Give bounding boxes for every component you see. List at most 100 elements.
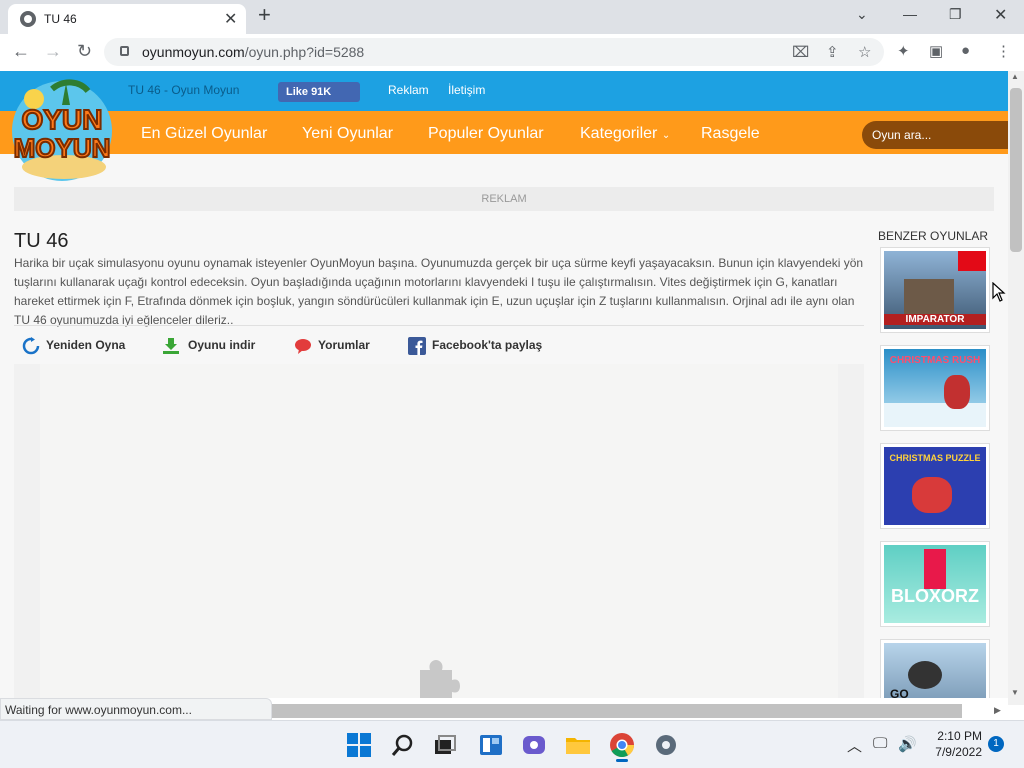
nav-populer-oyunlar[interactable]: Populer Oyunlar [428,125,544,143]
turkish-flag-icon [958,251,986,271]
game-thumbnail-image: GO [884,643,986,698]
game-thumbnail-image: CHRISTMAS PUZZLE [884,447,986,525]
address-bar[interactable]: oyunmoyun.com/oyun.php?id=5288 ⌧ ⇪ ☆ [104,38,884,66]
thumb-label: CHRISTMAS PUZZLE [889,453,981,463]
minimize-icon[interactable]: — [903,6,917,22]
active-app-indicator [616,759,628,762]
volume-icon[interactable]: 🔊 [898,735,917,753]
santa-sleigh-shape [912,477,952,513]
game-title: TU 46 [14,230,69,252]
extensions-puzzle-icon[interactable]: ✦ [897,42,910,60]
svg-text:OYUN: OYUN [22,104,103,135]
comments-button[interactable]: Yorumlar [318,338,370,352]
forward-arrow-icon[interactable]: → [44,42,62,60]
castle-shape [904,279,954,319]
settings-gear-icon[interactable] [653,732,679,758]
download-button[interactable]: Oyunu indir [188,338,255,352]
site-logo[interactable]: OYUN MOYUN [4,75,120,183]
game-description: Harika bir uçak simulasyonu oyunu oynama… [14,256,864,327]
similar-game-thumb[interactable]: CHRISTMAS PUZZLE [880,443,990,529]
red-block-shape [924,549,946,589]
replay-button[interactable]: Yeniden Oyna [46,338,125,352]
new-tab-button[interactable]: + [258,4,271,26]
similar-game-thumb[interactable]: IMPARATOR [880,247,990,333]
menu-kebab-icon[interactable]: ⋮ [996,42,1011,60]
site-search-input[interactable]: Oyun ara... [862,121,1008,149]
similar-game-thumb[interactable]: BLOXORZ [880,541,990,627]
widgets-icon[interactable] [478,732,504,758]
similar-game-thumb[interactable]: CHRISTMAS RUSH [880,345,990,431]
nav-kategoriler[interactable]: Kategoriler ⌄ [580,125,670,143]
chat-icon[interactable] [521,732,547,758]
chrome-icon[interactable] [609,732,635,758]
back-arrow-icon[interactable]: ← [12,42,30,60]
top-link-reklam[interactable]: Reklam [388,83,429,97]
facebook-share-button[interactable]: Facebook'ta paylaş [432,338,542,352]
plugin-puzzle-icon [420,660,460,698]
download-icon[interactable] [162,337,180,355]
scroll-down-arrow-icon[interactable]: ▼ [1011,688,1019,697]
share-icon[interactable]: ⇪ [826,43,839,61]
scroll-up-arrow-icon[interactable]: ▲ [1011,72,1019,81]
comments-icon[interactable] [294,337,312,355]
browser-tab[interactable]: TU 46 ✕ [8,4,246,34]
search-icon[interactable] [390,732,416,758]
divider [14,325,864,326]
site-top-bar: TU 46 - Oyun Moyun Like 91K Reklam İleti… [0,71,1008,111]
translate-icon[interactable]: ⌧ [792,43,809,61]
ad-banner: REKLAM [14,187,994,211]
windows-taskbar [0,720,1024,768]
similar-games-heading: BENZER OYUNLAR [878,229,989,243]
status-bubble: Waiting for www.oyunmoyun.com... [0,698,272,720]
taskbar-clock[interactable]: 2:10 PM 7/9/2022 [924,728,982,760]
close-window-icon[interactable]: ✕ [994,5,1007,25]
task-view-icon[interactable] [432,732,458,758]
dropdown-caret-icon: ⌄ [661,130,671,141]
notification-badge[interactable]: 1 [988,736,1004,752]
lock-icon [120,46,129,56]
restore-icon[interactable]: ❐ [949,6,962,23]
game-canvas[interactable] [40,364,838,698]
tab-strip: TU 46 ✕ + ⌄ — ❐ ✕ [0,0,1024,34]
clock-time: 2:10 PM [937,729,982,743]
vertical-scrollbar-thumb[interactable] [1010,88,1022,252]
thumb-label: GO [890,687,909,698]
site-nav-bar: En Güzel Oyunlar Yeni Oyunlar Populer Oy… [0,111,1008,154]
nav-en-guzel-oyunlar[interactable]: En Güzel Oyunlar [141,125,267,143]
facebook-like-button[interactable]: Like 91K [278,82,360,102]
globe-icon [20,11,36,27]
horizontal-scrollbar-thumb[interactable] [272,704,962,718]
show-hidden-icons-chevron-icon[interactable]: ︿ [847,735,862,756]
game-thumbnail-image: BLOXORZ [884,545,986,623]
tab-search-chevron-icon[interactable]: ⌄ [856,6,868,23]
game-frame[interactable] [14,364,864,698]
browser-toolbar: ← → ↻ oyunmoyun.com/oyun.php?id=5288 ⌧ ⇪… [0,34,1024,71]
snow-ground [884,403,986,427]
url-text[interactable]: oyunmoyun.com/oyun.php?id=5288 [142,44,364,60]
game-thumbnail-image: CHRISTMAS RUSH [884,349,986,427]
thumb-label: CHRISTMAS RUSH [889,355,981,366]
top-link-iletisim[interactable]: İletişim [448,83,485,97]
thumb-label: IMPARATOR [884,314,986,325]
replay-icon[interactable] [22,337,40,355]
file-explorer-icon[interactable] [565,732,591,758]
windows-start-icon[interactable] [346,732,372,758]
close-tab-icon[interactable]: ✕ [224,9,237,29]
network-icon[interactable]: 🖵 [873,735,887,752]
profile-avatar-icon[interactable]: ● [961,42,970,59]
clock-date: 7/9/2022 [935,745,982,759]
facebook-icon[interactable] [408,337,426,355]
bookmark-star-icon[interactable]: ☆ [858,43,871,61]
scroll-right-arrow-icon[interactable]: ▶ [994,705,1001,716]
side-panel-icon[interactable]: ▣ [929,42,943,60]
game-thumbnail-image: IMPARATOR [884,251,986,329]
tab-title: TU 46 [44,12,77,26]
similar-game-thumb[interactable]: GO [880,639,990,698]
santa-shape [944,375,970,409]
mouse-cursor-icon [992,282,1006,302]
site-header-title[interactable]: TU 46 - Oyun Moyun [128,83,239,97]
nav-rasgele[interactable]: Rasgele [701,125,760,143]
nav-yeni-oyunlar[interactable]: Yeni Oyunlar [302,125,393,143]
reload-icon[interactable]: ↻ [77,42,92,60]
thumb-label: BLOXORZ [891,586,979,606]
